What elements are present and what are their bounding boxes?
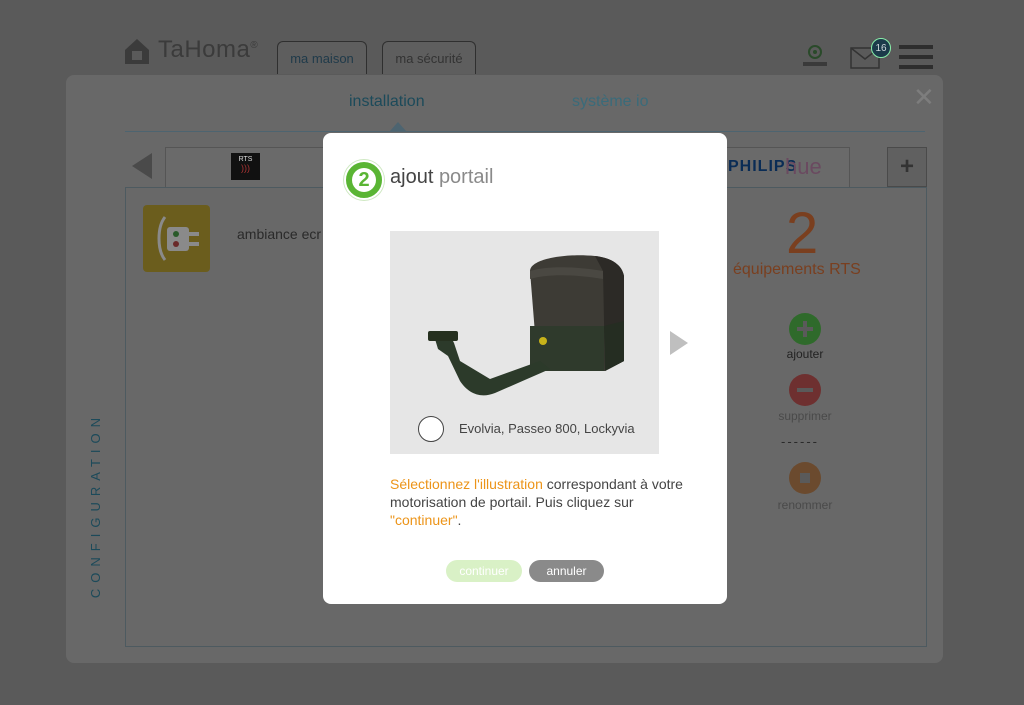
actions-separator: ------ xyxy=(781,434,819,449)
rts-logo[interactable]: RTS))) xyxy=(231,153,260,180)
house-logo-icon xyxy=(125,39,149,64)
tab-installation[interactable]: installation xyxy=(349,93,425,111)
tab-ma-securite[interactable]: ma sécurité xyxy=(382,41,476,74)
brand-prev-arrow-icon[interactable] xyxy=(132,153,152,179)
delete-button-label[interactable]: supprimer xyxy=(765,409,845,423)
rename-icon[interactable] xyxy=(789,462,821,494)
notification-badge: 16 xyxy=(871,38,891,58)
motor-option-label[interactable]: Evolvia, Passeo 800, Lockyvia xyxy=(459,421,635,436)
tab-systeme-io[interactable]: système io xyxy=(572,93,648,111)
modal-instructions: Sélectionnez l'illustration correspondan… xyxy=(390,476,683,528)
close-icon[interactable]: ✕ xyxy=(913,84,935,110)
modal-title: ajout portail xyxy=(390,166,494,188)
app-logo-text: TaHoma® xyxy=(158,36,259,63)
tab-ma-maison[interactable]: ma maison xyxy=(277,41,367,74)
add-icon[interactable] xyxy=(789,313,821,345)
continue-button[interactable]: continuer xyxy=(446,560,522,582)
add-button-label[interactable]: ajouter xyxy=(765,347,845,361)
hue-logo[interactable]: hue xyxy=(785,154,822,180)
equipment-count: 2 xyxy=(786,201,819,266)
motor-option-radio[interactable] xyxy=(418,416,444,442)
step-number-badge: 2 xyxy=(344,160,384,200)
active-tab-caret xyxy=(390,122,406,131)
menu-icon[interactable] xyxy=(899,44,933,70)
delete-icon[interactable] xyxy=(789,374,821,406)
add-brand-button[interactable]: + xyxy=(887,147,927,187)
contact-icon[interactable] xyxy=(800,42,830,70)
rename-button-label[interactable]: renommer xyxy=(765,498,845,512)
tab-underline xyxy=(125,131,925,132)
plug-device-icon[interactable] xyxy=(143,205,210,272)
equipment-count-label: équipements RTS xyxy=(733,261,861,278)
device-label: ambiance ecr xyxy=(237,226,322,242)
cancel-button[interactable]: annuler xyxy=(529,560,604,582)
illustration-next-arrow-icon[interactable] xyxy=(670,331,688,355)
configuration-side-label: CONFIGURATION xyxy=(88,412,103,599)
